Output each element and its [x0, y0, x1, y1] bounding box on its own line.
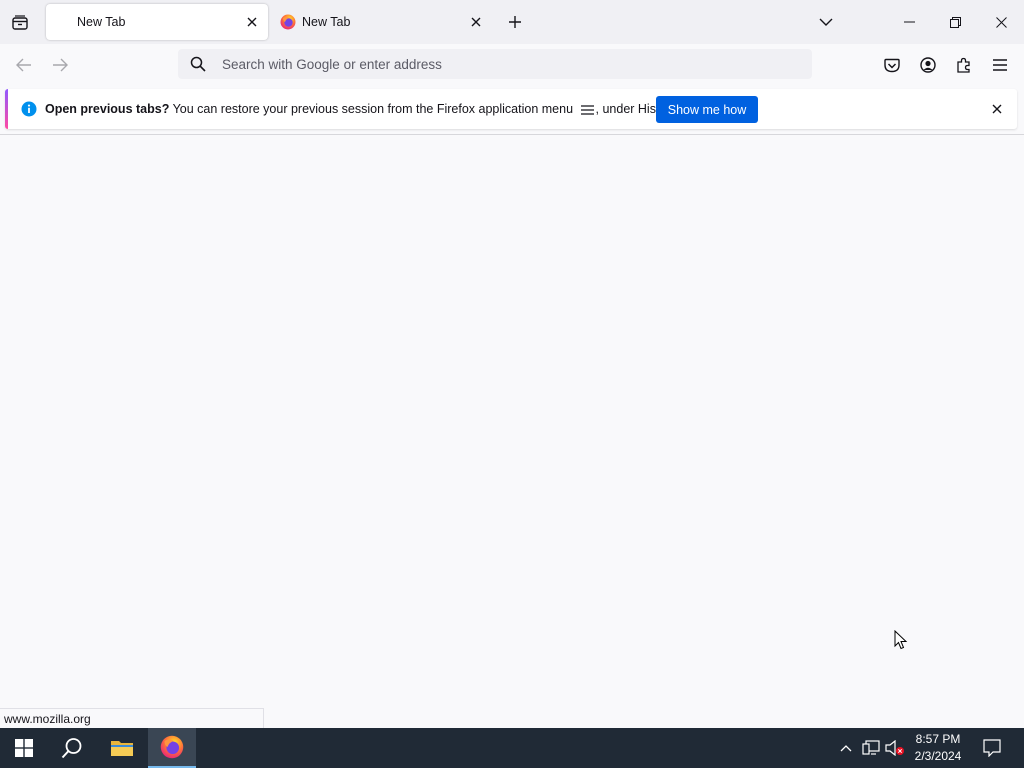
tab-new-tab[interactable]: New Tab	[270, 4, 492, 40]
tab-title: New Tab	[77, 15, 126, 29]
forward-arrow-icon[interactable]	[48, 53, 72, 77]
navigation-toolbar	[0, 44, 1024, 86]
clock-date: 2/3/2024	[914, 749, 962, 763]
chevron-down-icon[interactable]	[814, 10, 838, 34]
tab-new-tab-active[interactable]: New Tab	[46, 4, 268, 40]
firefox-icon[interactable]	[148, 728, 196, 768]
folder-icon[interactable]	[98, 728, 146, 768]
clock-time: 8:57 PM	[915, 732, 961, 746]
close-icon[interactable]	[464, 10, 488, 34]
extensions-icon[interactable]	[952, 53, 976, 77]
notification-bold-text: Open previous tabs?	[45, 102, 170, 116]
tab-title: New Tab	[302, 15, 351, 29]
notification-message: Open previous tabs? You can restore your…	[45, 102, 679, 116]
new-tab-plus-icon[interactable]	[503, 10, 527, 34]
address-bar[interactable]	[178, 49, 812, 79]
close-icon[interactable]	[985, 97, 1009, 121]
system-clock[interactable]: 8:57 PM 2/3/2024	[906, 731, 970, 765]
taskbar: 8:57 PM 2/3/2024	[0, 728, 1024, 768]
firefox-view-icon[interactable]	[8, 12, 32, 34]
mouse-cursor-icon	[894, 630, 908, 650]
url-input[interactable]	[222, 56, 782, 72]
hamburger-menu-icon	[580, 105, 594, 115]
chevron-up-icon[interactable]	[836, 728, 856, 768]
back-arrow-icon[interactable]	[12, 53, 36, 77]
search-icon	[190, 55, 208, 73]
pocket-icon[interactable]	[880, 53, 904, 77]
tab-strip: New Tab New Tab	[0, 0, 1024, 44]
volume-muted-icon[interactable]	[884, 728, 906, 768]
content-divider	[0, 134, 1024, 135]
close-icon[interactable]	[240, 10, 264, 34]
windows-logo-icon[interactable]	[0, 728, 48, 768]
status-panel: www.mozilla.org	[0, 708, 264, 728]
notification-text: You can restore your previous session fr…	[169, 102, 577, 116]
minimize-button[interactable]	[886, 0, 932, 44]
info-icon	[21, 101, 37, 117]
account-icon[interactable]	[916, 53, 940, 77]
close-window-button[interactable]	[978, 0, 1024, 44]
search-icon[interactable]	[48, 728, 96, 768]
network-icon[interactable]	[860, 728, 882, 768]
show-me-how-button[interactable]: Show me how	[656, 96, 758, 123]
action-center-icon[interactable]	[980, 728, 1004, 768]
restore-session-notification: Open previous tabs? You can restore your…	[5, 89, 1017, 129]
restore-button[interactable]	[932, 0, 978, 44]
hamburger-menu-icon[interactable]	[988, 53, 1012, 77]
firefox-icon	[280, 14, 296, 30]
